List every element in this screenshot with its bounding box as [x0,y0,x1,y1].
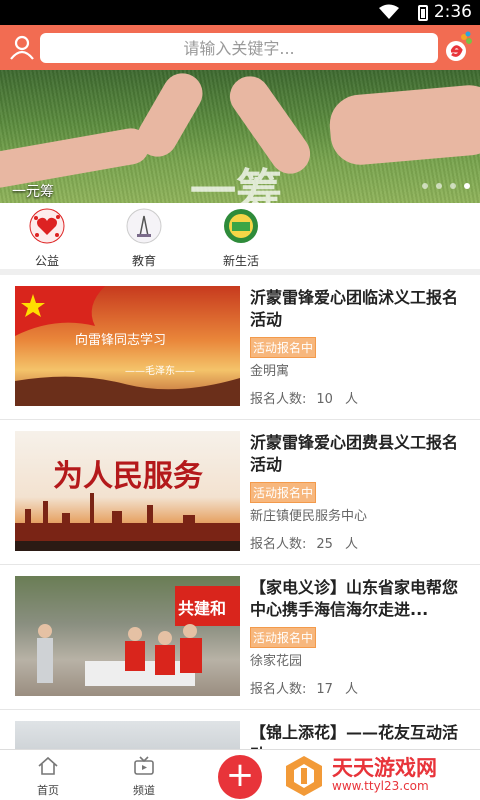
category-label: 新生活 [222,254,259,268]
item-location: 金明寓 [250,364,290,379]
new-life-icon [224,209,258,243]
app-logo-icon[interactable] [444,31,472,63]
volunteer-photo: 共建和 [37,586,240,686]
item-title: 【锦上添花】——花友互动活动 [250,723,459,752]
item-location: 徐家花园 [250,654,303,669]
serve-people-image: 为人民服务 [15,459,240,551]
tab-label: 频道 [133,784,155,797]
item-thumbnail: 为人民服务 [15,431,240,551]
carousel-dot[interactable] [436,183,442,189]
count-label: 报名人数: [250,392,307,407]
item-thumbnail: 共建和 [15,576,240,696]
item-location: 新庄镇便民服务中心 [250,509,368,524]
item-title: 沂蒙雷锋爱心团费县义工报名活动 [250,433,459,474]
status-badge: 活动报名中 [250,627,317,648]
tv-icon [134,756,154,775]
list-item[interactable]: 【锦上添花】——花友互动活动 [0,710,480,761]
count-unit: 人 [344,682,358,697]
item-title: 【家电义诊】山东省家电帮您中心携手海信海尔走进... [250,578,459,619]
thumb-subtext: ——毛泽东—— [125,364,195,377]
count-label: 报名人数: [250,682,307,697]
top-bar [0,25,480,70]
list-item[interactable]: 为人民服务 沂蒙雷锋爱心团费县义工报名活动 活动报名中 新庄镇便民服务中心 报名… [0,420,480,565]
category-education[interactable]: 教育 [111,208,177,269]
wifi-icon [379,4,399,19]
watermark-name: 天天游戏网 [332,756,437,780]
count-label: 报名人数: [250,537,307,552]
category-new-life[interactable]: 新生活 [208,208,274,269]
watermark-url: www.ttyl23.com [332,779,429,793]
count-unit: 人 [344,537,358,552]
status-badge: 活动报名中 [250,337,317,358]
tab-channel[interactable]: 频道 [114,756,174,798]
item-signup-count: 报名人数: 10 人 [250,388,358,407]
count-value: 17 [316,682,333,697]
carousel-dot[interactable] [450,183,456,189]
carousel-dot[interactable] [422,183,428,189]
thumb-text: 为人民服务 [53,459,203,494]
banner-carousel[interactable]: 一筹 一元筹 [0,70,480,203]
banner-hand-right [327,82,480,168]
thumb-text: 共建和 [178,599,226,618]
search-input[interactable] [40,33,438,63]
count-value: 25 [316,537,333,552]
tab-home[interactable]: 首页 [18,756,78,798]
item-signup-count: 报名人数: 17 人 [250,678,358,697]
item-title: 沂蒙雷锋爱心团临沭义工报名活动 [250,288,459,329]
status-time: 2:36 [433,2,472,22]
watermark-logo-icon [286,756,322,796]
battery-icon [418,5,428,21]
site-watermark: 天天游戏网 www.ttyl23.com [280,752,470,798]
banner-watermark-text: 一筹 [190,164,282,203]
category-public-welfare[interactable]: 公益 [14,208,80,269]
banner-caption: 一元筹 [12,184,54,200]
category-bar: 公益 教育 新生活 [0,203,480,269]
add-button[interactable]: + [218,755,262,799]
carousel-dot-active[interactable] [464,183,470,189]
count-value: 10 [316,392,333,407]
status-badge: 活动报名中 [250,482,317,503]
tab-label: 首页 [37,784,59,797]
home-icon [38,756,58,775]
carousel-dots[interactable] [422,183,470,189]
user-icon[interactable] [8,33,36,61]
category-label: 教育 [131,254,156,268]
flag-image: 向雷锋同志学习 ——毛泽东—— [15,286,240,406]
thumb-text: 向雷锋同志学习 [75,332,166,348]
list-item[interactable]: 向雷锋同志学习 ——毛泽东—— 沂蒙雷锋爱心团临沭义工报名活动 活动报名中 金明… [0,275,480,420]
count-unit: 人 [344,392,358,407]
item-signup-count: 报名人数: 25 人 [250,533,358,552]
status-bar: 2:36 [0,0,480,25]
item-thumbnail: 向雷锋同志学习 ——毛泽东—— [15,286,240,406]
education-icon [126,208,162,244]
heart-cluster-icon [29,208,65,244]
list-item[interactable]: 共建和 【家电义诊】山东省家电帮您中心携手海信海尔走进... 活动报名中 徐家花… [0,565,480,710]
category-label: 公益 [34,254,59,268]
